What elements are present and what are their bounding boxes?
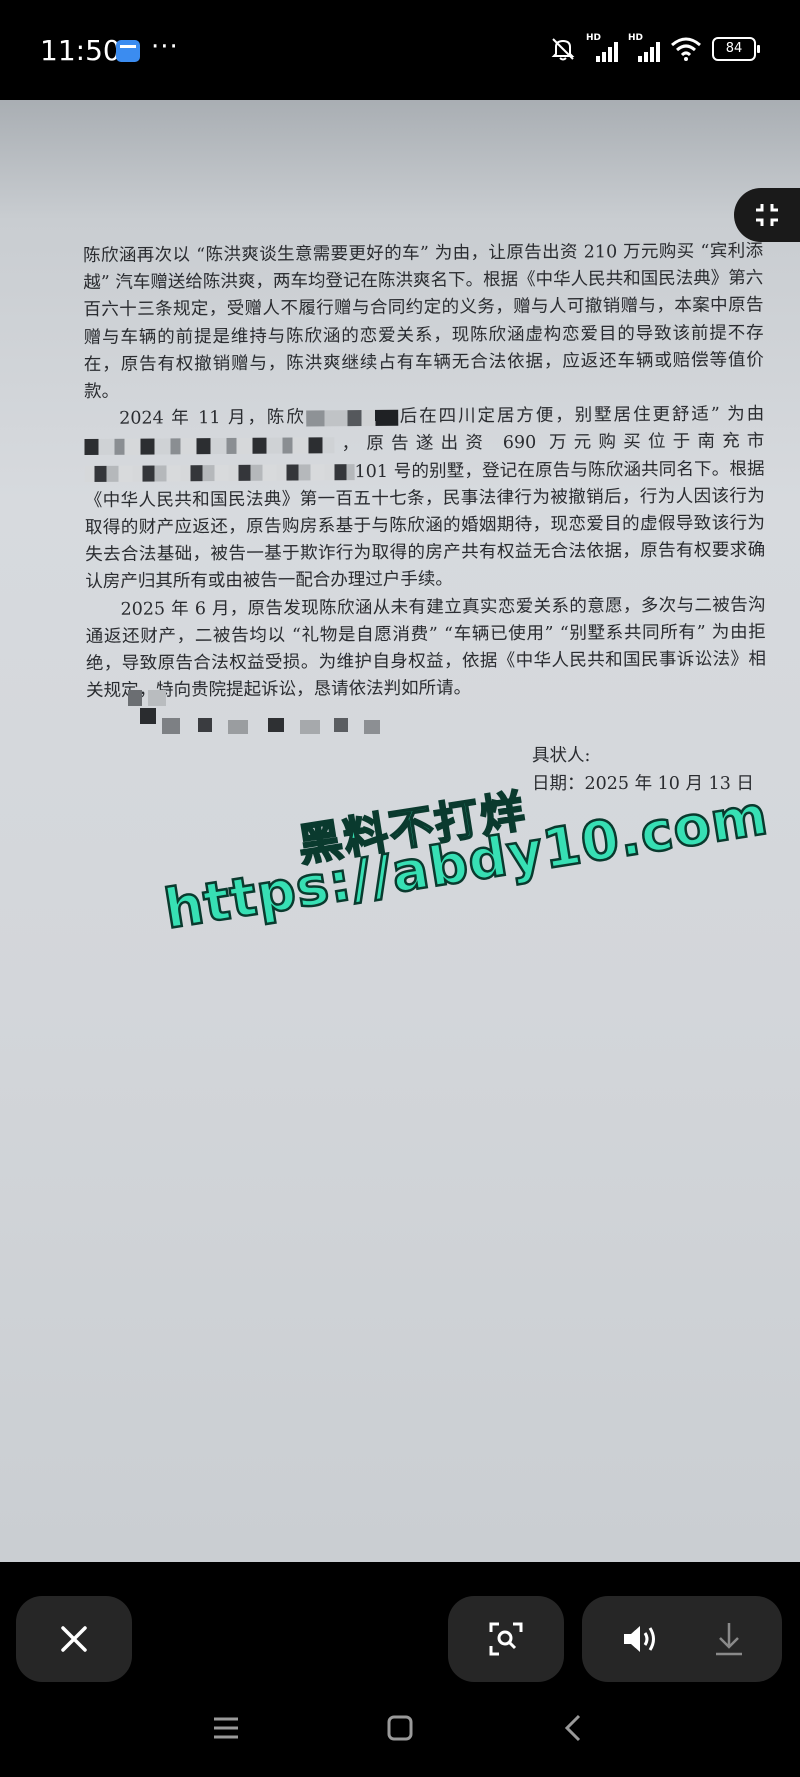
download-icon[interactable] <box>714 1621 744 1657</box>
back-icon[interactable] <box>560 1714 588 1742</box>
viewer-toolbar <box>0 1562 800 1692</box>
status-time: 11:50 <box>40 34 121 67</box>
more-notifications-icon: ··· <box>151 32 179 62</box>
menu-icon[interactable] <box>212 1714 240 1742</box>
fullscreen-button[interactable] <box>734 188 800 242</box>
lens-search-button[interactable] <box>448 1596 564 1682</box>
signal-icon-1: HD <box>586 33 618 62</box>
redacted-text <box>305 409 398 427</box>
close-icon <box>61 1626 87 1652</box>
paragraph-1: 陈欣涵再次以 “陈洪爽谈生意需要更好的车” 为由，让原告出资 210 万元购买 … <box>83 241 764 403</box>
fullscreen-exit-icon <box>756 204 778 226</box>
notification-app-icon <box>116 40 140 62</box>
media-controls <box>582 1596 782 1682</box>
wifi-icon <box>671 37 701 61</box>
paragraph-2: 2024 年 11 月，陈欣 后在四川定居方便，别墅居住更舒适” 为由 ，原告遂出资… <box>84 401 765 596</box>
paragraph-2-part-c: ，原告遂出资 690 万元购买位于南充市 <box>334 431 765 455</box>
mute-bell-icon <box>551 38 575 61</box>
close-button[interactable] <box>16 1596 132 1682</box>
status-bar: 11:50 ··· HD HD 84 <box>0 0 800 100</box>
paragraph-2-part-a: 2024 年 11 月，陈欣 <box>119 407 306 429</box>
document-body: 陈欣涵再次以 “陈洪爽谈生意需要更好的车” 为由，让原告出资 210 万元购买 … <box>83 238 766 705</box>
status-icons: HD HD 84 <box>550 33 760 62</box>
redacted-text <box>84 464 355 483</box>
navigation-bar <box>0 1692 800 1777</box>
paragraph-2-part-b: 后在四川定居方便，别墅居住更舒适” 为由 <box>397 404 765 428</box>
volume-icon[interactable] <box>622 1623 660 1655</box>
paragraph-3: 2025 年 6 月，原告发现陈欣涵从未有建立真实恋爱关系的意愿，多次与二被告沟… <box>85 594 766 702</box>
signal-icon-2: HD <box>628 33 660 62</box>
redacted-text <box>84 437 335 455</box>
document-photo[interactable]: 陈欣涵再次以 “陈洪爽谈生意需要更好的车” 为由，让原告出资 210 万元购买 … <box>0 100 800 1562</box>
battery-indicator: 84 <box>712 37 760 61</box>
redacted-signature-block <box>128 690 388 738</box>
lens-search-icon <box>489 1622 523 1656</box>
home-icon[interactable] <box>386 1714 414 1742</box>
signature-label: 具状人: <box>532 746 591 766</box>
